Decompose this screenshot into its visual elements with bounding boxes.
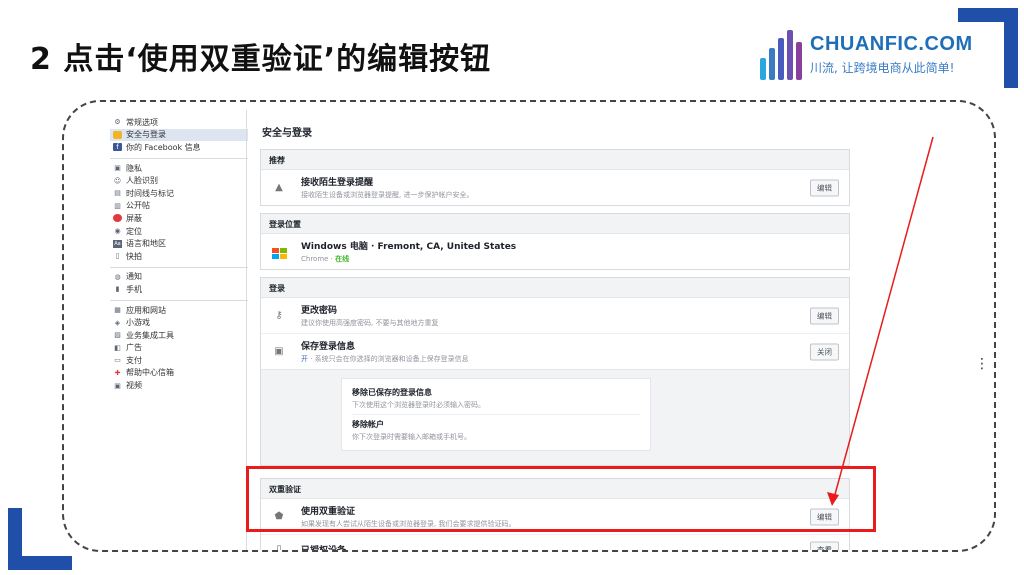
sidebar-divider xyxy=(110,299,248,301)
sidebar-item-language[interactable]: Aa 语言和地区 xyxy=(110,237,248,250)
brand-name: CHUANFIC.COM xyxy=(810,32,973,55)
save-login-icon: ▣ xyxy=(274,346,284,357)
remove-account[interactable]: 移除帐户 你下次登录时需要输入邮箱或手机号。 xyxy=(352,414,640,446)
save-login-expanded: 移除已保存的登录信息 下次使用这个浏览器登录时必须输入密码。 移除帐户 你下次登… xyxy=(261,369,849,465)
facebook-icon: f xyxy=(113,143,122,152)
authorized-devices-view-button[interactable]: 查看 xyxy=(810,541,839,550)
stories-icon: ▯ xyxy=(115,252,120,261)
block-icon xyxy=(113,214,122,223)
section-header: 推荐 xyxy=(261,150,849,170)
sidebar-item-timeline[interactable]: ▤ 时间线与标记 xyxy=(110,187,248,200)
globe-icon: ◍ xyxy=(114,272,121,281)
sidebar-item-face-recognition[interactable]: ☺ 人脸识别 xyxy=(110,174,248,187)
sidebar-item-security[interactable]: 安全与登录 xyxy=(110,128,248,142)
sidebar-item-notifications[interactable]: ◍ 通知 xyxy=(110,271,248,284)
row-description: 接收陌生设备或浏览器登录提醒, 进一步保护帐户安全。 xyxy=(301,191,474,199)
business-icon: ▨ xyxy=(114,331,121,340)
timeline-icon: ▤ xyxy=(114,189,121,198)
sidebar-item-ads[interactable]: ◧ 广告 xyxy=(110,342,248,355)
session-device: Windows 电脑 · Fremont, CA, United States xyxy=(301,242,517,252)
row-title: 保存登录信息 xyxy=(301,342,356,352)
section-login: 登录 ⚷ 更改密码 建议你使用高强度密码, 不要与其他地方重复 编辑 ▣ 保存登… xyxy=(260,277,850,466)
gear-icon: ⚙ xyxy=(114,118,121,127)
corner-decoration-bottom-left-horizontal xyxy=(8,556,72,570)
lock-icon: ▣ xyxy=(114,164,121,173)
slide-title: 2 点击‘使用双重验证’的编辑按钮 xyxy=(30,42,492,77)
location-icon: ◉ xyxy=(114,227,121,236)
row-description: 开 · 系统只会在你选择的浏览器和设备上保存登录信息 xyxy=(301,355,469,363)
row-save-login: ▣ 保存登录信息 开 · 系统只会在你选择的浏览器和设备上保存登录信息 关闭 xyxy=(261,333,849,369)
brand-bars-icon xyxy=(760,28,802,80)
help-icon: ✚ xyxy=(114,368,121,377)
row-login-alerts: ▲ 接收陌生登录提醒 接收陌生设备或浏览器登录提醒, 进一步保护帐户安全。 编辑 xyxy=(261,170,849,205)
payment-icon: ▭ xyxy=(114,356,121,365)
sidebar-item-support-inbox[interactable]: ✚ 帮助中心信箱 xyxy=(110,367,248,380)
ads-icon: ◧ xyxy=(114,343,121,352)
online-status: 在线 xyxy=(335,255,350,263)
sidebar-item-apps[interactable]: ▦ 应用和网站 xyxy=(110,304,248,317)
section-where-logged-in: 登录位置 Windows 电脑 · Fremont, CA, United St… xyxy=(260,213,850,270)
brand-logo: CHUANFIC.COM 川流, 让跨境电商从此简单! xyxy=(760,28,973,80)
phone-icon: ▮ xyxy=(115,285,120,294)
row-change-password: ⚷ 更改密码 建议你使用高强度密码, 不要与其他地方重复 编辑 xyxy=(261,298,849,333)
change-password-edit-button[interactable]: 编辑 xyxy=(810,307,839,324)
sidebar-item-business[interactable]: ▨ 业务集成工具 xyxy=(110,329,248,342)
session-browser: Chrome · 在线 xyxy=(301,255,350,263)
sidebar-divider xyxy=(110,266,248,268)
row-session: Windows 电脑 · Fremont, CA, United States … xyxy=(261,234,849,269)
device-icon: ▯ xyxy=(276,544,282,552)
face-icon: ☺ xyxy=(113,176,122,185)
section-recommended: 推荐 ▲ 接收陌生登录提醒 接收陌生设备或浏览器登录提醒, 进一步保护帐户安全。… xyxy=(260,149,850,206)
remove-saved-login[interactable]: 移除已保存的登录信息 下次使用这个浏览器登录时必须输入密码。 xyxy=(352,383,640,414)
sidebar-item-mobile[interactable]: ▮ 手机 xyxy=(110,283,248,296)
game-icon: ◈ xyxy=(114,318,121,327)
sidebar-item-blocking[interactable]: 屏蔽 xyxy=(110,212,248,225)
sidebar-item-location[interactable]: ◉ 定位 xyxy=(110,225,248,238)
row-title: 更改密码 xyxy=(301,306,338,316)
key-icon: ⚷ xyxy=(275,310,283,321)
save-login-options: 移除已保存的登录信息 下次使用这个浏览器登录时必须输入密码。 移除帐户 你下次登… xyxy=(341,378,651,451)
sidebar-item-games[interactable]: ◈ 小游戏 xyxy=(110,316,248,329)
public-post-icon: ▥ xyxy=(114,201,121,210)
sidebar-item-general[interactable]: ⚙ 常规选项 xyxy=(110,116,248,129)
page-title: 安全与登录 xyxy=(262,128,312,139)
save-login-close-button[interactable]: 关闭 xyxy=(810,343,839,360)
sidebar-item-stories[interactable]: ▯ 快拍 xyxy=(110,250,248,263)
login-alerts-edit-button[interactable]: 编辑 xyxy=(810,179,839,196)
highlight-box xyxy=(246,466,876,532)
section-header: 登录 xyxy=(261,278,849,298)
settings-sidebar: ⚙ 常规选项 安全与登录 f 你的 Facebook 信息 ▣ 隐私 ☺ 人脸识别 ▤ 时… xyxy=(110,116,248,392)
sidebar-divider xyxy=(110,157,248,159)
brand-slogan: 川流, 让跨境电商从此简单! xyxy=(810,60,955,75)
sidebar-item-facebook-info[interactable]: f 你的 Facebook 信息 xyxy=(110,141,248,154)
language-icon: Aa xyxy=(113,239,122,248)
shield-icon xyxy=(113,130,122,139)
apps-icon: ▦ xyxy=(114,306,121,315)
sidebar-item-privacy[interactable]: ▣ 隐私 xyxy=(110,162,248,175)
sidebar-item-public-posts[interactable]: ▥ 公开帖 xyxy=(110,200,248,213)
row-title: 接收陌生登录提醒 xyxy=(301,178,374,188)
save-login-on: 开 xyxy=(301,355,308,363)
video-icon: ▣ xyxy=(114,381,121,390)
row-authorized-devices: ▯ 已授权设备 查看 xyxy=(261,534,849,552)
bell-icon: ▲ xyxy=(275,182,283,193)
sidebar-item-payments[interactable]: ▭ 支付 xyxy=(110,354,248,367)
corner-decoration-top-right-vertical xyxy=(1004,8,1018,88)
windows-icon xyxy=(269,245,289,259)
sidebar-item-videos[interactable]: ▣ 视频 xyxy=(110,379,248,392)
row-title: 已授权设备 xyxy=(301,546,347,552)
more-dots-icon: ⋮ xyxy=(975,356,989,372)
row-description: 建议你使用高强度密码, 不要与其他地方重复 xyxy=(301,319,439,327)
section-header: 登录位置 xyxy=(261,214,849,234)
